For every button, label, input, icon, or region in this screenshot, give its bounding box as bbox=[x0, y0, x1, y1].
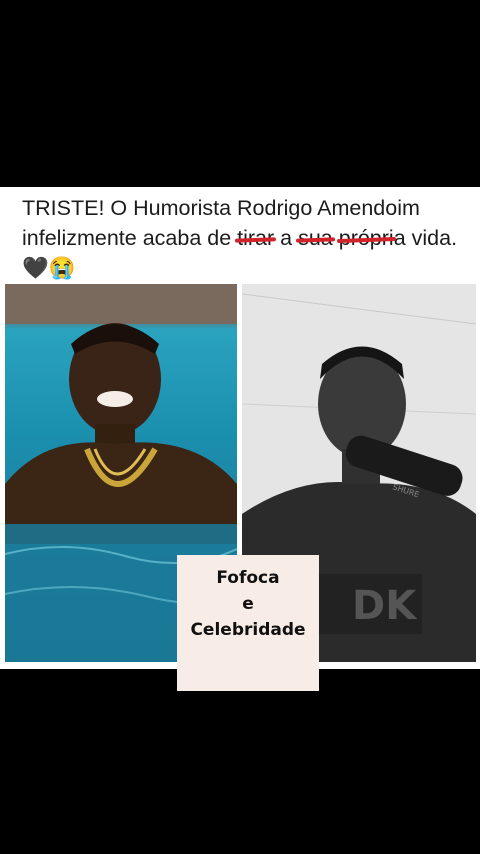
struck-word: própri bbox=[338, 226, 394, 250]
struck-word: sua bbox=[298, 226, 333, 250]
caption-line: e bbox=[242, 594, 254, 614]
caption-line: Celebridade bbox=[190, 620, 306, 640]
caption-line: Fofoca bbox=[216, 568, 280, 588]
struck-word: tirar bbox=[237, 226, 275, 250]
svg-text:DK: DK bbox=[352, 583, 418, 629]
headline-text: a vida. bbox=[393, 226, 458, 250]
post-headline: TRISTE! O Humorista Rodrigo Amendoim inf… bbox=[22, 193, 470, 283]
headline-text: a bbox=[274, 226, 299, 250]
emoji: 🖤😭 bbox=[22, 256, 76, 280]
watermark-caption: Fofoca e Celebridade bbox=[177, 555, 319, 691]
